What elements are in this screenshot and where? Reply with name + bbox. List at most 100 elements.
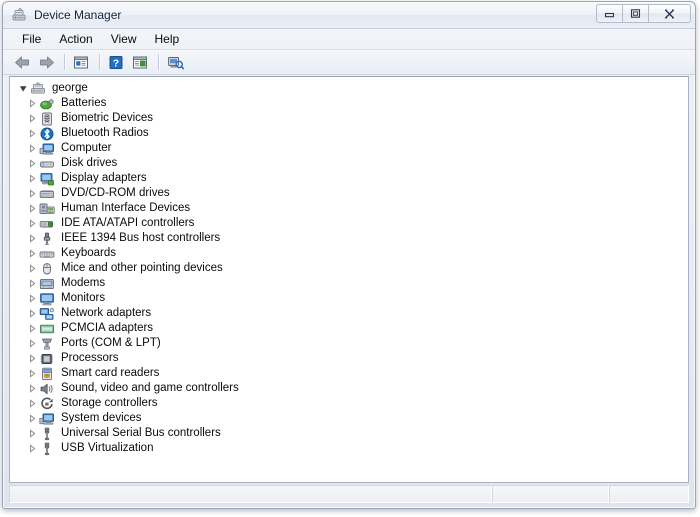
tree-node[interactable]: Keyboards: [16, 246, 688, 261]
expander-collapsed-icon[interactable]: [25, 249, 39, 258]
tree-node[interactable]: Modems: [16, 276, 688, 291]
pcmcia-icon: [39, 322, 55, 336]
expander-collapsed-icon[interactable]: [25, 144, 39, 153]
status-pane-two: [492, 485, 609, 503]
smartcard-icon: [39, 367, 55, 381]
expander-collapsed-icon[interactable]: [25, 204, 39, 213]
close-button[interactable]: [648, 4, 691, 23]
storage-controller-icon: [39, 397, 55, 411]
tree-node-label: Biometric Devices: [61, 112, 154, 124]
minimize-button[interactable]: [596, 4, 623, 23]
tree-node-label: Batteries: [61, 97, 107, 109]
show-hidden-button[interactable]: [129, 52, 151, 73]
tree-node-label: Sound, video and game controllers: [61, 382, 239, 394]
help-question-icon: ?: [109, 55, 123, 69]
tree-node[interactable]: Bluetooth Radios: [16, 126, 688, 141]
expander-collapsed-icon[interactable]: [25, 219, 39, 228]
tree-node[interactable]: Sound, video and game controllers: [16, 381, 688, 396]
window-title: Device Manager: [34, 8, 122, 22]
expander-collapsed-icon[interactable]: [25, 354, 39, 363]
expander-collapsed-icon[interactable]: [25, 369, 39, 378]
tree-node-label: Universal Serial Bus controllers: [61, 427, 221, 439]
expander-collapsed-icon[interactable]: [25, 129, 39, 138]
tree-node[interactable]: Display adapters: [16, 171, 688, 186]
tree-node-label: Smart card readers: [61, 367, 160, 379]
help-button[interactable]: ?: [105, 52, 127, 73]
dvd-drive-icon: [39, 187, 55, 201]
usb-icon: [39, 442, 55, 456]
maximize-button[interactable]: [622, 4, 649, 23]
expander-collapsed-icon[interactable]: [25, 384, 39, 393]
tree-node[interactable]: Monitors: [16, 291, 688, 306]
tree-node-label: Storage controllers: [61, 397, 158, 409]
menu-bar: File Action View Help: [3, 29, 695, 50]
show-hidden-icon: [133, 56, 147, 68]
expander-collapsed-icon[interactable]: [25, 399, 39, 408]
expander-collapsed-icon[interactable]: [25, 234, 39, 243]
tree-node[interactable]: Universal Serial Bus controllers: [16, 426, 688, 441]
menu-help[interactable]: Help: [146, 30, 189, 49]
tree-node[interactable]: Computer: [16, 141, 688, 156]
expander-collapsed-icon[interactable]: [25, 339, 39, 348]
computer-icon: [39, 142, 55, 156]
tree-node[interactable]: Ports (COM & LPT): [16, 336, 688, 351]
status-bar: [9, 485, 689, 503]
battery-icon: [39, 97, 55, 111]
ieee1394-icon: [39, 232, 55, 246]
sound-icon: [39, 382, 55, 396]
tree-node[interactable]: System devices: [16, 411, 688, 426]
processor-icon: [39, 352, 55, 366]
expander-collapsed-icon[interactable]: [25, 324, 39, 333]
expander-collapsed-icon[interactable]: [25, 429, 39, 438]
tree-node[interactable]: Biometric Devices: [16, 111, 688, 126]
expander-collapsed-icon[interactable]: [25, 189, 39, 198]
menu-file[interactable]: File: [13, 30, 50, 49]
disk-drive-icon: [39, 157, 55, 171]
toolbar-separator: [99, 54, 100, 70]
tree-node[interactable]: IEEE 1394 Bus host controllers: [16, 231, 688, 246]
port-icon: [39, 337, 55, 351]
tree-node-label: PCMCIA adapters: [61, 322, 154, 334]
computer-root-icon: [30, 81, 46, 96]
tree-node[interactable]: Disk drives: [16, 156, 688, 171]
tree-root-node[interactable]: george: [16, 81, 688, 96]
status-pane-three: [609, 485, 689, 503]
tree-node-label: Network adapters: [61, 307, 152, 319]
expander-collapsed-icon[interactable]: [25, 414, 39, 423]
tree-node[interactable]: DVD/CD-ROM drives: [16, 186, 688, 201]
expander-collapsed-icon[interactable]: [25, 279, 39, 288]
toolbar: ?: [3, 50, 695, 75]
display-adapter-icon: [39, 172, 55, 186]
expander-collapsed-icon[interactable]: [25, 174, 39, 183]
expander-expanded-icon[interactable]: [16, 84, 30, 93]
tree-node-label: Monitors: [61, 292, 106, 304]
tree-node[interactable]: Human Interface Devices: [16, 201, 688, 216]
expander-collapsed-icon[interactable]: [25, 294, 39, 303]
tree-node[interactable]: Mice and other pointing devices: [16, 261, 688, 276]
tree-node[interactable]: Smart card readers: [16, 366, 688, 381]
expander-collapsed-icon[interactable]: [25, 159, 39, 168]
expander-collapsed-icon[interactable]: [25, 309, 39, 318]
tree-node-label: Processors: [61, 352, 119, 364]
expander-collapsed-icon[interactable]: [25, 444, 39, 453]
back-button[interactable]: [11, 52, 33, 73]
tree-node[interactable]: PCMCIA adapters: [16, 321, 688, 336]
tree-node[interactable]: Storage controllers: [16, 396, 688, 411]
tree-node-label: Computer: [61, 142, 112, 154]
expander-collapsed-icon[interactable]: [25, 99, 39, 108]
forward-button[interactable]: [35, 52, 57, 73]
scan-hardware-icon: [167, 56, 184, 69]
device-tree-panel[interactable]: george Batteries Biometric Devices Bluetoo…: [9, 76, 689, 483]
tree-node[interactable]: IDE ATA/ATAPI controllers: [16, 216, 688, 231]
scan-hardware-button[interactable]: [164, 52, 186, 73]
expander-collapsed-icon[interactable]: [25, 114, 39, 123]
tree-node[interactable]: Processors: [16, 351, 688, 366]
tree-node[interactable]: USB Virtualization: [16, 441, 688, 456]
tree-node[interactable]: Batteries: [16, 96, 688, 111]
properties-button[interactable]: [70, 52, 92, 73]
menu-action[interactable]: Action: [50, 30, 101, 49]
tree-node[interactable]: Network adapters: [16, 306, 688, 321]
title-bar[interactable]: Device Manager: [3, 2, 695, 29]
expander-collapsed-icon[interactable]: [25, 264, 39, 273]
menu-view[interactable]: View: [102, 30, 146, 49]
